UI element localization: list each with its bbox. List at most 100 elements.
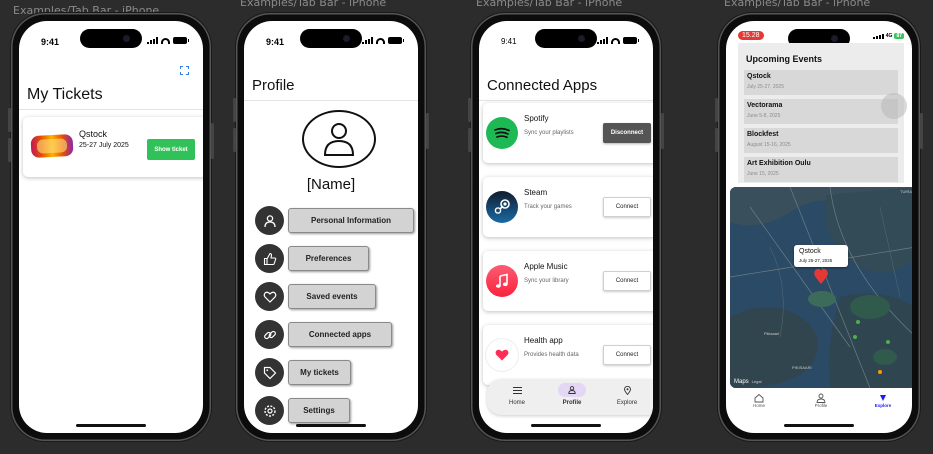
connected-apps-button[interactable]: Connected apps [288,322,392,347]
map-popup[interactable]: Qstock July 25-27, 2025 [794,245,848,267]
tab-label: Home [508,400,525,406]
home-indicator [296,424,366,427]
ticket-date: 25-27 July 2025 [79,142,129,149]
menu-icon [503,383,531,397]
app-card-steam: Steam Track your games Connect [483,177,653,237]
screen: 9:41 Profile [Name] Personal Information [244,21,418,433]
gear-icon [255,396,284,425]
tab-explore[interactable]: Explore [607,383,647,406]
phone-explore: 15.28 4G 87 Upcoming Events Qstock July … [715,13,923,441]
legal-link[interactable]: Legal [752,379,762,384]
spotify-icon [486,117,518,149]
battery-icon [388,37,404,44]
phone-tickets: 9:41 My Tickets Qstock 25-27 July 2025 S… [8,13,214,441]
screen: 9:41 Connected Apps Spotify Sync your pl… [479,21,653,433]
status-time: 9:41 [501,37,517,46]
signal-icon [362,37,373,44]
divider [479,100,653,101]
preferences-button[interactable]: Preferences [288,246,369,271]
floating-action-button[interactable] [881,93,907,119]
tab-label: Profile [562,400,582,406]
my-tickets-button[interactable]: My tickets [288,360,351,385]
page-title: Connected Apps [487,77,598,94]
event-item[interactable]: Blockfest August 15-16, 2025 [744,128,898,153]
event-item[interactable]: Art Exhibition Oulu June 15, 2025 [744,157,898,182]
event-name: Blockfest [747,131,779,138]
tab-explore[interactable]: Explore [868,393,898,408]
upcoming-events-panel: Upcoming Events Qstock July 25-27, 2025 … [738,43,904,183]
app-name: Health app [524,336,563,345]
selection-icon[interactable] [180,66,189,75]
tab-label: Home [752,403,765,408]
event-item[interactable]: Vectorama June 5-8, 2025 [744,99,898,124]
map-place-label: Pikisaari [764,331,780,336]
event-date: July 25-27, 2025 [747,84,784,90]
status-icons [147,37,189,44]
map-pin-icon[interactable] [812,267,830,285]
avatar[interactable] [302,110,376,168]
heart-icon [255,282,284,311]
phone-profile: 9:41 Profile [Name] Personal Information [233,13,429,441]
connect-button[interactable]: Connect [603,345,651,365]
popup-event-name: Qstock [799,248,821,255]
battery-icon [173,37,189,44]
frame-label: Examples/Tab Bar - iPhone [476,0,623,9]
screen: 9:41 My Tickets Qstock 25-27 July 2025 S… [19,21,203,433]
location-pin-icon [613,383,641,397]
event-date: June 5-8, 2025 [747,113,781,119]
tab-profile[interactable]: Profile [806,393,836,408]
frame-label: Examples/Tab Bar - iPhone [240,0,387,9]
disconnect-button[interactable]: Disconnect [603,123,651,143]
app-name: Apple Music [524,262,568,271]
tab-home[interactable]: Home [744,393,774,408]
saved-events-button[interactable]: Saved events [288,284,376,309]
map-view[interactable]: TUIRA Pikisaari PIKISAARI Qstock July 25… [730,187,912,388]
network-label: 4G [885,32,893,39]
battery-icon [623,37,639,44]
wifi-icon [376,37,385,44]
tag-icon [255,358,284,387]
home-indicator [76,424,146,427]
map-place-label: PIKISAARI [792,365,812,370]
show-ticket-button[interactable]: Show ticket [147,139,195,160]
page-title: Profile [252,77,295,94]
music-note-icon [486,265,518,297]
event-name: Vectorama [747,102,783,109]
wifi-icon [611,37,620,44]
event-date: June 15, 2025 [747,171,779,177]
personal-information-button[interactable]: Personal Information [288,208,414,233]
phone-connected-apps: 9:41 Connected Apps Spotify Sync your pl… [468,13,664,441]
status-time: 9:41 [266,37,285,47]
ticket-name: Qstock [79,129,108,139]
signal-icon [597,37,608,44]
event-item[interactable]: Qstock July 25-27, 2025 [744,70,898,95]
person-icon [558,383,586,397]
app-name: Steam [524,188,548,197]
home-indicator [531,424,601,427]
screen: 15.28 4G 87 Upcoming Events Qstock July … [726,21,912,433]
tab-label: Explore [616,400,638,406]
maps-attribution: Maps Legal [734,379,761,385]
status-icons [597,37,639,44]
signal-icon [872,32,884,39]
connect-button[interactable]: Connect [603,271,651,291]
dynamic-island [300,29,362,48]
status-time: 9:41 [41,37,60,47]
dynamic-island [535,29,597,48]
tab-profile[interactable]: Profile [552,383,592,406]
status-time: 15.28 [738,31,764,40]
person-icon [255,206,284,235]
triangle-down-icon [880,395,886,401]
popup-event-date: July 25-27, 2025 [799,258,833,263]
ticket-card: Qstock 25-27 July 2025 Show ticket [23,117,203,177]
settings-button[interactable]: Settings [288,398,350,423]
connect-button[interactable]: Connect [603,197,651,217]
home-indicator [784,424,854,427]
wifi-icon [161,37,170,44]
heart-icon [486,339,518,371]
status-icons: 4G 87 [872,32,904,39]
app-subtitle: Track your games [524,204,572,210]
tab-home[interactable]: Home [497,383,537,406]
tab-label: Explore [874,403,892,408]
app-subtitle: Provides health data [524,352,579,358]
